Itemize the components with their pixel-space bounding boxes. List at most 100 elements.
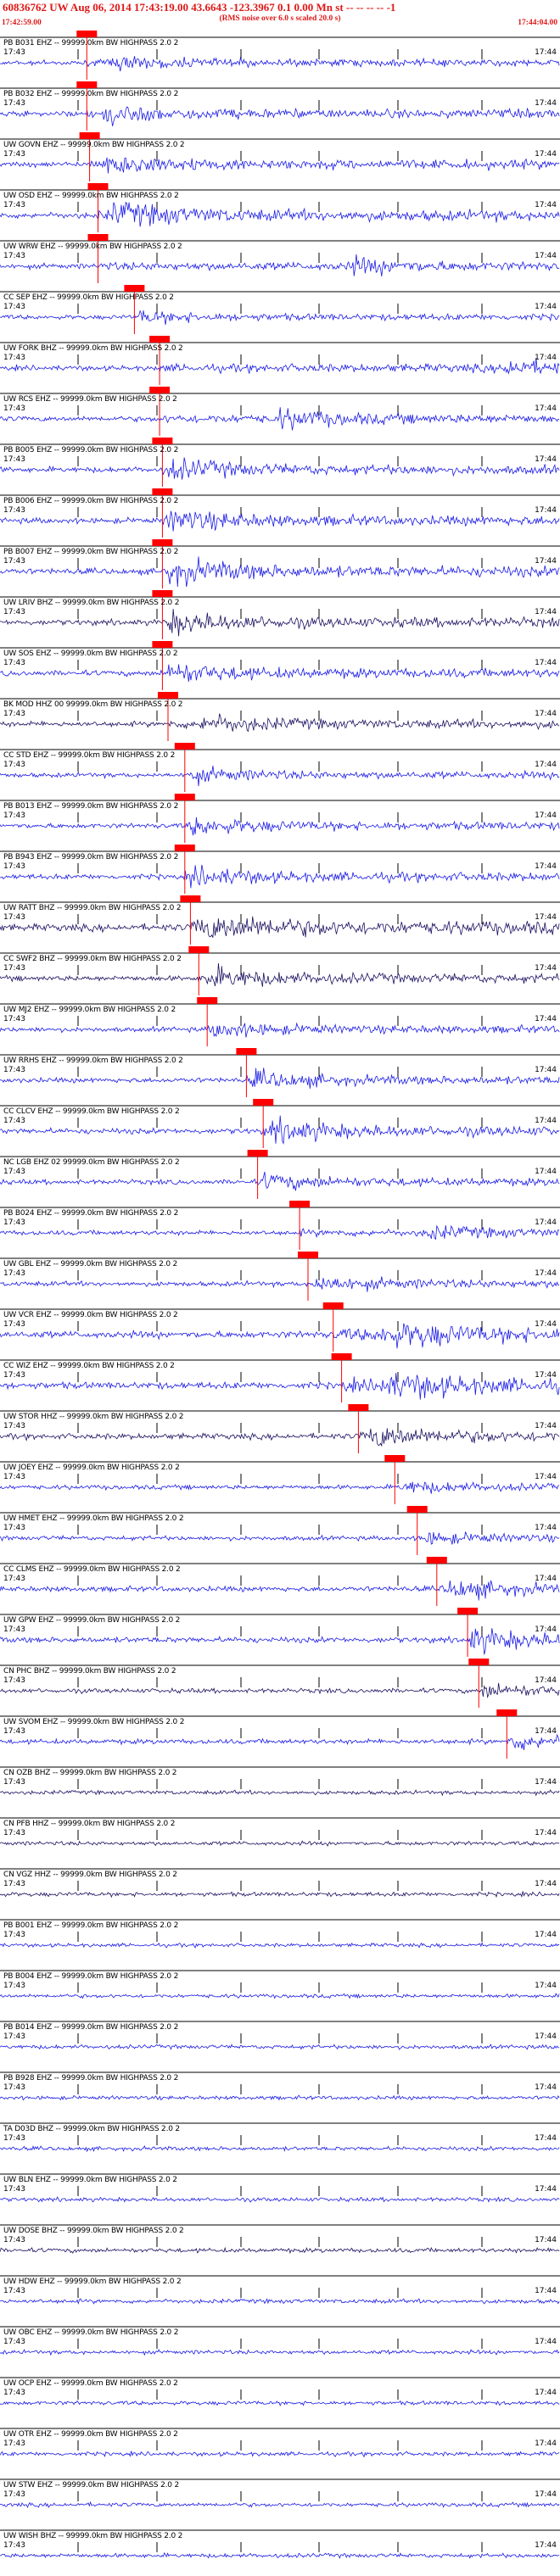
trace-row: UW SVOM EHZ -- 99999.0km BW HIGHPASS 2.0…: [0, 1708, 560, 1759]
trace-plot: [0, 1455, 560, 1504]
trace-row: TA D03D BHZ -- 99999.0km BW HIGHPASS 2.0…: [0, 2115, 560, 2166]
trace-row: UW RATT BHZ -- 99999.0km BW HIGHPASS 2.0…: [0, 894, 560, 945]
trace-time-left: 17:43: [3, 1168, 25, 1176]
trace-row: UW JOEY EHZ -- 99999.0km BW HIGHPASS 2.0…: [0, 1453, 560, 1504]
trace-label: UW FORK BHZ -- 99999.0km BW HIGHPASS 2.0…: [3, 344, 183, 353]
trace-time-left: 17:43: [3, 2287, 25, 2295]
pick-flag: [152, 438, 173, 444]
trace-time-right: 17:44: [535, 2338, 557, 2346]
trace-time-left: 17:43: [3, 811, 25, 820]
waveform-line: [0, 916, 560, 938]
waveform-line: [0, 1682, 560, 1699]
trace-row: CN PFB HHZ -- 99999.0km BW HIGHPASS 2.0 …: [0, 1809, 560, 1860]
trace-label: UW RRHS EHZ -- 99999.0km BW HIGHPASS 2.0…: [3, 1057, 183, 1065]
trace-row: UW VCR EHZ -- 99999.0km BW HIGHPASS 2.0 …: [0, 1301, 560, 1352]
trace-time-left: 17:43: [3, 2083, 25, 2092]
trace-time-right: 17:44: [535, 1015, 557, 1023]
trace-time-left: 17:43: [3, 1218, 25, 1227]
trace-time-right: 17:44: [535, 2439, 557, 2448]
waveform-line: [0, 1323, 560, 1349]
trace-row: PB B031 EHZ -- 99999.0km BW HIGHPASS 2.0…: [0, 29, 560, 80]
waveform-line: [0, 1840, 560, 1847]
trace-row: UW WISH BHZ -- 99999.0km BW HIGHPASS 2.0…: [0, 2522, 560, 2573]
trace-label: CN OZB BHZ -- 99999.0km BW HIGHPASS 2.0 …: [3, 1769, 177, 1777]
trace-time-right: 17:44: [535, 608, 557, 616]
trace-time-right: 17:44: [535, 150, 557, 159]
trace-row: UW GPW EHZ -- 99999.0km BW HIGHPASS 2.0 …: [0, 1606, 560, 1657]
pick-flag: [457, 1608, 479, 1614]
waveform-line: [0, 2044, 560, 2050]
waveform-line: [0, 1942, 560, 1949]
waveform-line: [0, 556, 560, 588]
trace-time-left: 17:43: [3, 2439, 25, 2448]
trace-row: UW RRHS EHZ -- 99999.0km BW HIGHPASS 2.0…: [0, 1046, 560, 1097]
trace-row: CN OZB BHZ -- 99999.0km BW HIGHPASS 2.0 …: [0, 1759, 560, 1809]
trace-plot: [0, 2173, 560, 2203]
trace-time-left: 17:43: [3, 455, 25, 464]
trace-plot: [0, 234, 560, 283]
trace-time-left: 17:43: [3, 2338, 25, 2346]
trace-plot: [0, 183, 560, 232]
pick-flag: [236, 1048, 257, 1055]
trace-plot: [0, 387, 560, 436]
trace-row: CN PHC BHZ -- 99999.0km BW HIGHPASS 2.0 …: [0, 1657, 560, 1708]
trace-row: CC STD EHZ -- 99999.0km BW HIGHPASS 2.0 …: [0, 741, 560, 792]
pick-flag: [197, 997, 218, 1004]
trace-row: UW RCS EHZ -- 99999.0km BW HIGHPASS 2.0 …: [0, 385, 560, 436]
trace-time-right: 17:44: [535, 761, 557, 769]
trace-plot: [0, 81, 560, 131]
trace-plot: [0, 285, 560, 334]
waveform-line: [0, 2246, 560, 2255]
trace-label: UW WISH BHZ -- 99999.0km BW HIGHPASS 2.0…: [3, 2532, 183, 2540]
trace-plot: [0, 539, 560, 588]
pick-flag: [496, 1709, 518, 1716]
trace-plot: [0, 1868, 560, 1899]
trace-row: PB B013 EHZ -- 99999.0km BW HIGHPASS 2.0…: [0, 792, 560, 843]
waveform-line: [0, 664, 560, 683]
trace-time-left: 17:43: [3, 1880, 25, 1888]
trace-label: UW RATT BHZ -- 99999.0km BW HIGHPASS 2.0…: [3, 904, 182, 912]
trace-plot: [0, 692, 560, 741]
trace-label: UW HMET EHZ -- 99999.0km BW HIGHPASS 2.0…: [3, 1514, 184, 1523]
trace-row: CC SEP EHZ -- 99999.0km BW HIGHPASS 2.0 …: [0, 283, 560, 334]
trace-time-right: 17:44: [535, 2236, 557, 2244]
trace-label: UW SOS EHZ -- 99999.0km BW HIGHPASS 2.0 …: [3, 650, 178, 658]
trace-plot: [0, 2071, 560, 2101]
trace-label: PB B014 EHZ -- 99999.0km BW HIGHPASS 2.0…: [3, 2023, 179, 2032]
trace-plot: [0, 1353, 560, 1402]
trace-time-right: 17:44: [535, 2185, 557, 2194]
trace-plot: [0, 1404, 560, 1453]
trace-plot: [0, 488, 560, 538]
waveform-line: [0, 201, 560, 227]
trace-time-right: 17:44: [535, 1625, 557, 1634]
trace-row: UW OBC EHZ -- 99999.0km BW HIGHPASS 2.0 …: [0, 2318, 560, 2369]
trace-label: UW OTR EHZ -- 99999.0km BW HIGHPASS 2.0 …: [3, 2430, 178, 2439]
trace-plot: [0, 1201, 560, 1250]
pick-flag: [79, 132, 100, 139]
trace-label: UW LRIV BHZ -- 99999.0km BW HIGHPASS 2.0…: [3, 599, 180, 607]
trace-plot: [0, 1252, 560, 1301]
pick-flag: [322, 1302, 344, 1309]
pick-flag: [247, 1150, 268, 1157]
trace-time-right: 17:44: [535, 99, 557, 108]
trace-label: PB B007 EHZ -- 99999.0km BW HIGHPASS 2.0…: [3, 548, 179, 556]
trace-row: PB B007 EHZ -- 99999.0km BW HIGHPASS 2.0…: [0, 538, 560, 588]
trace-time-right: 17:44: [535, 1269, 557, 1278]
trace-row: UW STOR HHZ -- 99999.0km BW HIGHPASS 2.0…: [0, 1402, 560, 1453]
trace-time-left: 17:43: [3, 1066, 25, 1074]
waveform-line: [0, 1428, 560, 1447]
pick-flag: [174, 794, 195, 800]
trace-plot: [0, 590, 560, 639]
trace-time-right: 17:44: [535, 1778, 557, 1787]
pick-flag: [152, 539, 173, 546]
trace-time-left: 17:43: [3, 1371, 25, 1380]
trace-plot: [0, 845, 560, 894]
trace-plot: [0, 1766, 560, 1797]
trace-time-left: 17:43: [3, 1931, 25, 1939]
trace-row: PB B004 EHZ -- 99999.0km BW HIGHPASS 2.0…: [0, 1962, 560, 2013]
trace-time-left: 17:43: [3, 913, 25, 922]
waveform-line: [0, 962, 560, 987]
trace-row: UW HMET EHZ -- 99999.0km BW HIGHPASS 2.0…: [0, 1504, 560, 1555]
trace-label: CC CLMS EHZ -- 99999.0km BW HIGHPASS 2.0…: [3, 1565, 181, 1574]
trace-plot: [0, 997, 560, 1046]
